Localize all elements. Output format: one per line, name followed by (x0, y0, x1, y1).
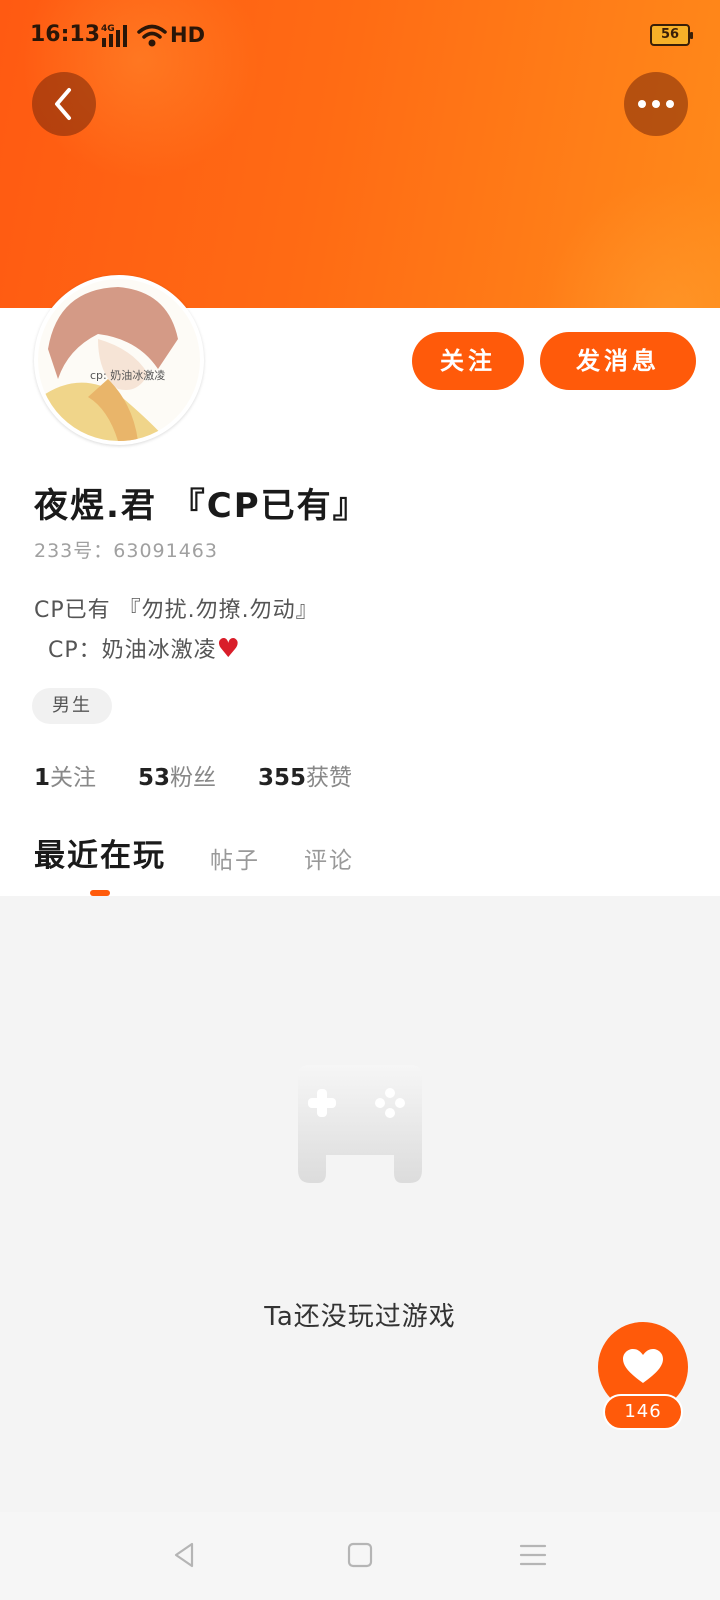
chevron-left-icon (55, 88, 71, 120)
wifi-icon (137, 24, 167, 47)
like-count-badge: 146 (603, 1394, 683, 1430)
avatar[interactable]: cp: 奶油冰激凌 (34, 275, 204, 445)
profile-stats: 1关注 53粉丝 355获赞 (34, 758, 352, 792)
uid-value: 63091463 (113, 540, 218, 562)
more-button[interactable] (624, 72, 688, 136)
network-type-label: 4G (101, 24, 115, 34)
cellular-signal-icon: 4G (101, 24, 127, 47)
bio-line-1: CP已有 『勿扰.勿撩.勿动』 (34, 598, 319, 623)
profile-name: 夜煜.君 『CP已有』 (34, 486, 369, 526)
status-time: 16:13 (30, 22, 101, 47)
system-nav-bar (0, 1512, 720, 1600)
nav-home-icon[interactable] (345, 1540, 375, 1570)
banner-glow (540, 180, 720, 308)
send-message-button[interactable]: 发消息 (540, 332, 696, 390)
empty-state-text: Ta还没玩过游戏 (264, 1302, 456, 1332)
uid-row: 233号：63091463 (34, 536, 218, 563)
status-bar: 16:13 4G HD 56 (0, 0, 720, 72)
tab-recently-played[interactable]: 最近在玩 (34, 830, 166, 875)
nav-menu-icon[interactable] (518, 1540, 548, 1570)
avatar-illustration: cp: 奶油冰激凌 (38, 279, 200, 441)
tab-posts[interactable]: 帖子 (210, 841, 260, 875)
more-dots-icon (638, 100, 674, 108)
uid-label: 233号： (34, 540, 114, 562)
bio-line-2: CP：奶油冰激凌♥ (48, 632, 241, 664)
avatar-caption: cp: 奶油冰激凌 (90, 368, 165, 382)
bio-cp-text: CP：奶油冰激凌 (48, 638, 217, 663)
battery-icon: 56 (650, 24, 693, 46)
active-tab-indicator (90, 890, 110, 896)
fans-stat[interactable]: 53粉丝 (138, 758, 216, 792)
follow-button[interactable]: 关注 (412, 332, 524, 390)
hd-label: HD (170, 23, 206, 47)
tab-comments[interactable]: 评论 (304, 841, 354, 875)
back-button[interactable] (32, 72, 96, 136)
likes-stat: 355获赞 (258, 765, 353, 791)
profile-tabs: 最近在玩 帖子 评论 (34, 830, 354, 875)
gender-tag: 男生 (32, 688, 112, 724)
gamepad-icon (298, 1065, 422, 1183)
heart-emoji-icon: ♥ (216, 634, 241, 664)
nav-back-icon[interactable] (170, 1540, 200, 1570)
following-stat[interactable]: 1关注 (34, 758, 96, 792)
heart-icon (623, 1349, 663, 1383)
